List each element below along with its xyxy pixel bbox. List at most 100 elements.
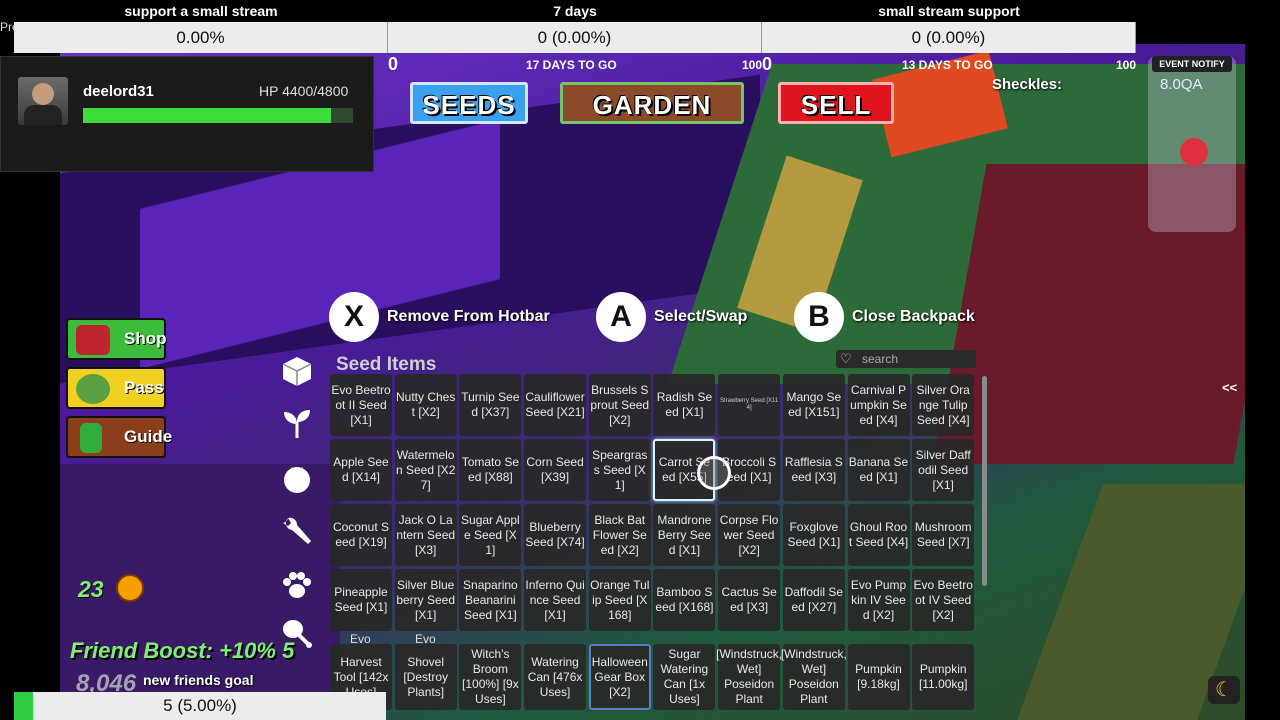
stream-goal-bar-2: 7 days 0 (0.00%) <box>388 0 762 53</box>
seed-slot[interactable]: Bamboo Seed [X168] <box>653 569 716 631</box>
seed-slot[interactable]: Silver Orange Tulip Seed [X4] <box>912 374 975 436</box>
collapse-button[interactable]: << <box>1222 380 1237 395</box>
hotbar-slot[interactable]: [Windstruck, Wet] Poseidon Plant <box>781 644 847 710</box>
seed-slot[interactable]: Corpse Flower Seed [X2] <box>718 504 781 566</box>
search-input[interactable]: search <box>836 350 976 368</box>
pass-button[interactable]: Pass <box>66 367 166 409</box>
player-hp-text: HP 4400/4800 <box>259 83 349 99</box>
category-wrench-icon[interactable] <box>278 512 316 550</box>
seed-slot[interactable]: Speargrass Seed [X1] <box>588 439 651 501</box>
category-drumstick-icon[interactable] <box>278 614 316 652</box>
category-cube-icon[interactable] <box>278 352 316 390</box>
seed-slot[interactable]: Cactus Seed [X3] <box>718 569 781 631</box>
hotbar-slot[interactable]: Watering Can [476x Uses] <box>524 644 587 710</box>
tick-end: 100 <box>1115 58 1136 72</box>
seed-slot[interactable]: Silver Blueberry Seed [X1] <box>394 569 457 631</box>
moon-icon[interactable]: ☾ <box>1208 676 1240 704</box>
hotbar-slot[interactable]: Halloween Gear Box [X2] <box>588 644 651 710</box>
seed-slot[interactable]: Foxglove Seed [X1] <box>782 504 845 566</box>
stream-goal-value: 0 (0.00%) <box>388 22 762 53</box>
hotbar-slot[interactable]: Witch's Broom [100%] [9x Uses] <box>459 644 522 710</box>
seed-slot[interactable]: Corn Seed [X39] <box>524 439 587 501</box>
guide-label: Guide <box>124 427 173 446</box>
seed-slot[interactable]: Radish Seed [X1] <box>653 374 716 436</box>
seed-grid: Evo Beetroot II Seed [X1] Nutty Chest [X2… <box>330 374 978 631</box>
guide-button[interactable]: Guide <box>66 416 172 458</box>
stream-goal-bar-3: small stream support 0 (0.00%) <box>762 0 1136 53</box>
hotbar: Harvest Tool [142x Uses]Shovel [Destroy … <box>330 644 978 710</box>
seed-slot[interactable]: Snaparino Beanarini Seed [X1] <box>459 569 522 631</box>
seed-slot[interactable]: Brussels Sprout Seed [X2] <box>588 374 651 436</box>
hint-remove-from-hotbar[interactable]: X Remove From Hotbar <box>329 292 550 342</box>
seed-slot[interactable]: Jack O Lantern Seed [X3] <box>394 504 457 566</box>
hint-select-swap[interactable]: A Select/Swap <box>596 292 747 342</box>
stream-goal-title: 7 days <box>388 0 762 22</box>
seed-slot[interactable]: Sugar Apple Seed [X1] <box>459 504 522 566</box>
seed-slot[interactable]: Turnip Seed [X37] <box>459 374 522 436</box>
hotbar-slot[interactable]: Pumpkin [9.18kg] <box>847 644 910 710</box>
avatar <box>18 77 68 125</box>
friends-goal-bar: 5 (5.00%) <box>14 692 386 720</box>
partial-row: Evo Evo <box>330 632 978 644</box>
hotbar-slot[interactable]: Sugar Watering Can [1x Uses] <box>653 644 716 710</box>
shop-basket-icon <box>76 325 110 355</box>
seed-slot[interactable]: Black Bat Flower Seed [X2] <box>588 504 651 566</box>
tick-start: 0 <box>388 54 399 74</box>
seed-slot[interactable]: Cauliflower Seed [X21] <box>524 374 587 436</box>
shop-button[interactable]: Shop <box>66 318 167 360</box>
hotbar-slot[interactable]: Pumpkin [11.00kg] <box>912 644 975 710</box>
tick-end: 100 <box>741 58 762 72</box>
seed-slot[interactable]: Watermelon Seed [X27] <box>394 439 457 501</box>
event-orb-icon <box>1180 138 1208 166</box>
hint-close-backpack[interactable]: B Close Backpack <box>794 292 975 342</box>
stream-goal-title: support a small stream <box>14 0 388 22</box>
seed-slot[interactable]: Banana Seed [X1] <box>847 439 910 501</box>
scrollbar[interactable] <box>982 376 987 586</box>
seeds-button[interactable]: SEEDS <box>410 82 528 124</box>
a-button-icon: A <box>596 292 646 342</box>
partial-item: Evo <box>350 632 371 644</box>
seed-slot[interactable]: Mushroom Seed [X7] <box>912 504 975 566</box>
guide-book-icon <box>80 423 102 453</box>
sell-button[interactable]: SELL <box>778 82 894 124</box>
seed-slot[interactable]: Inferno Quince Seed [X1] <box>524 569 587 631</box>
seed-slot[interactable]: Silver Daffodil Seed [X1] <box>912 439 975 501</box>
seed-slot[interactable]: Daffodil Seed [X27] <box>782 569 845 631</box>
inventory-title: Seed Items <box>336 354 437 375</box>
tick-start: 0 <box>762 54 773 74</box>
category-tomato-icon[interactable] <box>278 458 316 496</box>
event-notify-panel[interactable]: EVENT NOTIFY 8.0QA <box>1148 56 1236 232</box>
seed-slot[interactable]: Mango Seed [X151] <box>782 374 845 436</box>
seed-slot[interactable]: Tomato Seed [X88] <box>459 439 522 501</box>
seed-slot[interactable]: Evo Beetroot II Seed [X1] <box>330 374 392 436</box>
tick-label: 13 DAYS TO GO <box>902 58 993 72</box>
pumpkin-icon <box>116 574 144 602</box>
seed-slot[interactable]: Mandrone Berry Seed [X1] <box>653 504 716 566</box>
garden-button[interactable]: GARDEN <box>560 82 744 124</box>
hp-bar <box>83 108 353 123</box>
seed-slot[interactable]: Blueberry Seed [X74] <box>524 504 587 566</box>
stream-goal-title: small stream support <box>762 0 1136 22</box>
seed-slot[interactable]: Nutty Chest [X2] <box>394 374 457 436</box>
b-button-icon: B <box>794 292 844 342</box>
cursor-icon <box>697 456 731 490</box>
seed-slot[interactable]: Coconut Seed [X19] <box>330 504 392 566</box>
seed-slot[interactable]: Pineapple Seed [X1] <box>330 569 392 631</box>
seed-slot[interactable]: Rafflesia Seed [X3] <box>782 439 845 501</box>
seed-slot[interactable]: Carnival Pumpkin Seed [X4] <box>847 374 910 436</box>
seed-slot[interactable]: Evo Pumpkin IV Seed [X2] <box>847 569 910 631</box>
seed-slot[interactable]: Ghoul Root Seed [X4] <box>847 504 910 566</box>
category-sprout-icon[interactable] <box>278 404 316 442</box>
stream-goal-value: 0 (0.00%) <box>762 22 1136 53</box>
stream-goal-value: 0.00% <box>14 22 388 53</box>
seed-slot[interactable]: Strawberry Seed [X114] <box>718 374 781 436</box>
hotbar-slot[interactable]: Shovel [Destroy Plants] <box>394 644 457 710</box>
stream-ticks-2: 0 13 DAYS TO GO 100 <box>762 54 1136 76</box>
seed-slot[interactable]: Apple Seed [X14] <box>330 439 392 501</box>
stream-goal-bar-1: support a small stream 0.00% <box>14 0 388 53</box>
seed-slot[interactable]: Orange Tulip Seed [X168] <box>588 569 651 631</box>
seed-slot[interactable]: Evo Beetroot IV Seed [X2] <box>912 569 975 631</box>
hotbar-slot[interactable]: [Windstruck, Wet] Poseidon Plant <box>716 644 782 710</box>
category-paw-icon[interactable] <box>278 566 316 604</box>
hp-bar-fill <box>83 108 331 123</box>
